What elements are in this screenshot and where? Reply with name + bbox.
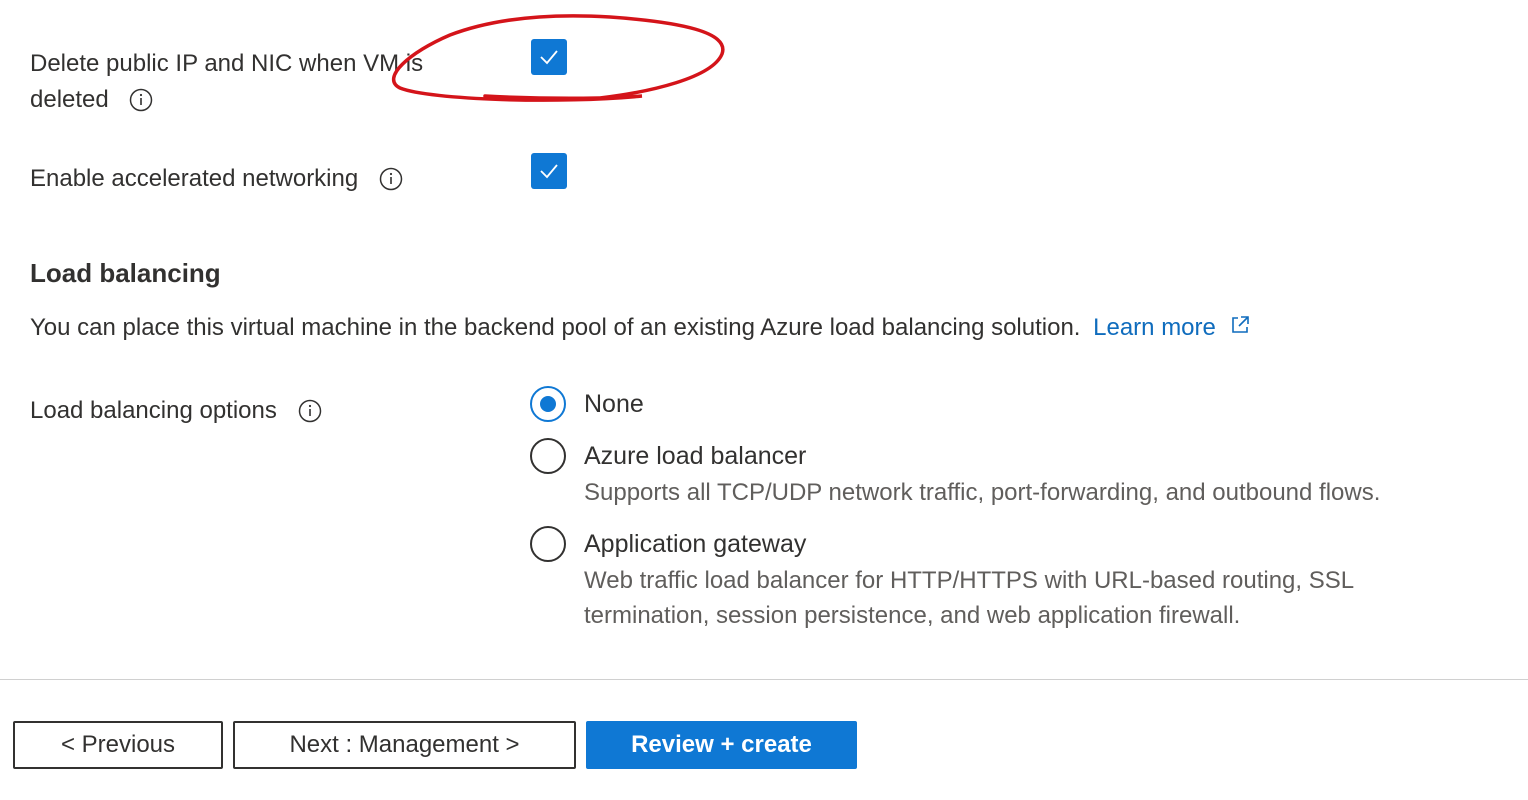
radio-azure-load-balancer[interactable] [530,438,566,474]
accel-net-label-text: Enable accelerated networking [30,165,359,192]
radio-application-gateway[interactable] [530,526,566,562]
learn-more-link[interactable]: Learn more [1093,314,1250,341]
option-label-azure-load-balancer[interactable]: Azure load balancer [584,442,806,471]
info-icon[interactable] [379,166,403,190]
footer-divider [0,679,1528,680]
next-management-button[interactable]: Next : Management > [233,721,576,769]
description-text: You can place this virtual machine in th… [30,314,1081,341]
lb-options-label: Load balancing options [30,393,322,429]
section-title: Load balancing [30,258,221,288]
info-icon[interactable] [298,398,322,422]
option-desc-application-gateway-line2: termination, session persistence, and we… [584,602,1241,629]
option-desc-application-gateway-line1: Web traffic load balancer for HTTP/HTTPS… [584,567,1355,594]
annotation-circle [392,14,725,102]
radio-none[interactable] [530,386,566,422]
lb-options-label-text: Load balancing options [30,397,277,424]
external-link-icon [1231,316,1249,333]
option-label-application-gateway[interactable]: Application gateway [584,530,806,559]
learn-more-text: Learn more [1093,314,1216,341]
accel-net-checkbox[interactable] [531,153,567,189]
review-create-button[interactable]: Review + create [586,721,857,769]
checkmark-icon [540,164,558,179]
accel-net-label: Enable accelerated networking [30,161,403,197]
option-label-none[interactable]: None [584,390,644,419]
section-description: You can place this virtual machine in th… [30,314,1251,342]
option-desc-azure-load-balancer: Supports all TCP/UDP network traffic, po… [584,479,1381,506]
previous-button[interactable]: < Previous [13,721,223,769]
